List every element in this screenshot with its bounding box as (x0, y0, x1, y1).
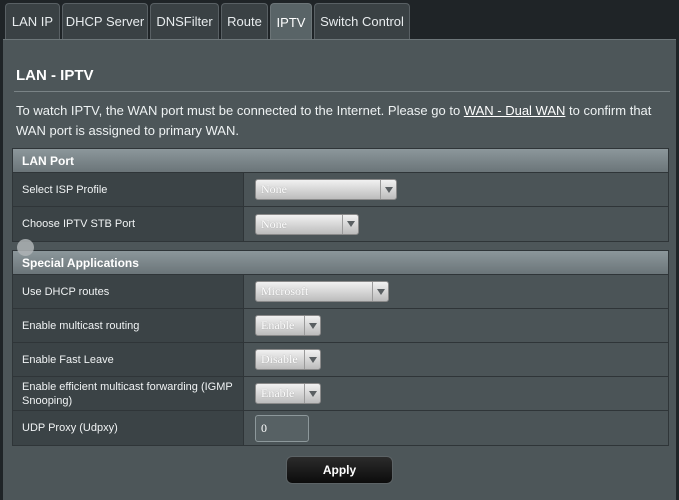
tab-switch-control[interactable]: Switch Control (314, 3, 410, 39)
tab-lan-ip[interactable]: LAN IP (5, 3, 60, 39)
isp-profile-select[interactable]: None (255, 179, 397, 200)
multicast-routing-label: Enable multicast routing (13, 309, 244, 342)
row-multicast-routing: Enable multicast routing Enable (13, 309, 668, 343)
igmp-snooping-value: Enable (261, 386, 295, 400)
igmp-snooping-cell: Enable (244, 377, 668, 410)
igmp-snooping-label: Enable efficient multicast forwarding (I… (13, 377, 244, 410)
dhcp-routes-select[interactable]: Microsoft (255, 281, 389, 302)
page-title: LAN - IPTV (16, 67, 94, 84)
fast-leave-cell: Disable (244, 343, 668, 376)
igmp-snooping-select[interactable]: Enable (255, 383, 321, 404)
fast-leave-select[interactable]: Disable (255, 349, 321, 370)
wan-dual-wan-link[interactable]: WAN - Dual WAN (464, 103, 566, 118)
tab-dnsfilter[interactable]: DNSFilter (150, 3, 219, 39)
section-header-lan-port: LAN Port (13, 149, 668, 173)
isp-profile-cell: None (244, 173, 668, 206)
main-panel: LAN - IPTV To watch IPTV, the WAN port m… (3, 39, 676, 500)
row-fast-leave: Enable Fast Leave Disable (13, 343, 668, 377)
chevron-down-icon (304, 384, 320, 403)
section-header-special-applications: Special Applications (13, 251, 668, 275)
tab-label: Route (227, 14, 262, 29)
tab-label: Switch Control (320, 14, 404, 29)
special-applications-table: Special Applications Use DHCP routes Mic… (12, 250, 669, 446)
row-dhcp-routes: Use DHCP routes Microsoft (13, 275, 668, 309)
stb-port-cell: None (244, 207, 668, 241)
multicast-routing-value: Enable (261, 318, 295, 332)
intro-text: To watch IPTV, the WAN port must be conn… (16, 101, 656, 141)
tab-label: IPTV (276, 14, 306, 30)
row-stb-port: Choose IPTV STB Port None (13, 207, 668, 241)
chevron-down-icon (342, 214, 358, 234)
chevron-down-icon (304, 350, 320, 369)
fast-leave-value: Disable (261, 352, 298, 366)
row-igmp-snooping: Enable efficient multicast forwarding (I… (13, 377, 668, 411)
dhcp-routes-cell: Microsoft (244, 275, 668, 308)
intro-text-start: To watch IPTV, the WAN port must be conn… (16, 103, 464, 118)
udpxy-label: UDP Proxy (Udpxy) (13, 411, 244, 445)
udpxy-cell: 0 (244, 411, 668, 445)
isp-profile-label: Select ISP Profile (13, 173, 244, 206)
multicast-routing-select[interactable]: Enable (255, 315, 321, 336)
multicast-routing-cell: Enable (244, 309, 668, 342)
row-udpxy: UDP Proxy (Udpxy) 0 (13, 411, 668, 445)
lan-port-table: LAN Port Select ISP Profile None Choose … (12, 148, 669, 242)
tab-route[interactable]: Route (221, 3, 268, 39)
isp-profile-value: None (261, 182, 287, 196)
tab-label: LAN IP (11, 14, 54, 29)
chevron-down-icon (380, 180, 396, 199)
title-divider (14, 91, 670, 92)
dhcp-routes-label: Use DHCP routes (13, 275, 244, 308)
chevron-down-icon (304, 316, 320, 335)
chevron-down-icon (372, 282, 388, 301)
row-isp-profile: Select ISP Profile None (13, 173, 668, 207)
tab-label: DNSFilter (156, 14, 213, 29)
stb-port-select[interactable]: None (255, 213, 359, 235)
apply-button[interactable]: Apply (286, 456, 393, 484)
tab-iptv[interactable]: IPTV (270, 3, 312, 40)
drag-handle[interactable] (17, 239, 34, 256)
stb-port-value: None (261, 216, 287, 231)
stb-port-label: Choose IPTV STB Port (13, 207, 244, 241)
fast-leave-label: Enable Fast Leave (13, 343, 244, 376)
tab-label: DHCP Server (65, 14, 145, 29)
dhcp-routes-value: Microsoft (261, 284, 309, 298)
udpxy-input[interactable]: 0 (255, 414, 309, 442)
tab-dhcp-server[interactable]: DHCP Server (62, 3, 148, 39)
tab-bar: LAN IP DHCP Server DNSFilter Route IPTV … (0, 0, 679, 40)
